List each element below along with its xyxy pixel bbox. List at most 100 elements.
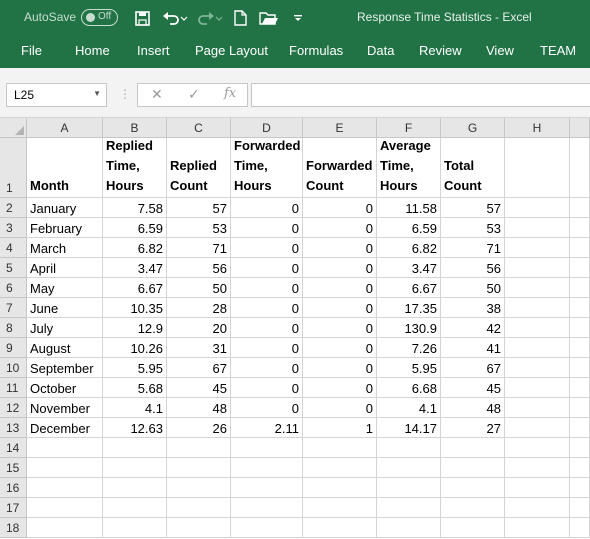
table-cell[interactable]: 0 xyxy=(303,338,377,358)
table-cell[interactable] xyxy=(570,398,590,418)
redo-icon[interactable] xyxy=(196,8,224,28)
table-cell[interactable]: 4.1 xyxy=(103,398,167,418)
table-cell[interactable]: 48 xyxy=(441,398,505,418)
table-cell[interactable]: 38 xyxy=(441,298,505,318)
table-cell[interactable]: 5.95 xyxy=(377,358,441,378)
table-cell[interactable] xyxy=(303,518,377,538)
table-cell[interactable] xyxy=(505,378,570,398)
fx-icon[interactable]: fx xyxy=(224,86,236,101)
table-cell[interactable]: 4.1 xyxy=(377,398,441,418)
header-cell[interactable]: Replied Time, Hours xyxy=(103,138,167,198)
tab-file[interactable]: File xyxy=(21,43,42,58)
tab-page-layout[interactable]: Page Layout xyxy=(195,43,268,58)
table-cell[interactable] xyxy=(505,518,570,538)
header-cell[interactable]: Forwarded Count xyxy=(303,138,377,198)
enter-icon[interactable]: ✓ xyxy=(188,86,200,103)
column-header-extra[interactable] xyxy=(570,118,590,138)
table-cell[interactable] xyxy=(27,518,103,538)
table-cell[interactable] xyxy=(103,458,167,478)
table-cell[interactable] xyxy=(103,478,167,498)
tab-home[interactable]: Home xyxy=(75,43,110,58)
table-cell[interactable] xyxy=(570,438,590,458)
tab-review[interactable]: Review xyxy=(419,43,462,58)
table-cell[interactable]: 53 xyxy=(441,218,505,238)
table-cell[interactable] xyxy=(570,458,590,478)
table-cell[interactable]: 12.63 xyxy=(103,418,167,438)
table-cell[interactable]: October xyxy=(27,378,103,398)
table-cell[interactable] xyxy=(570,498,590,518)
table-cell[interactable]: 3.47 xyxy=(377,258,441,278)
table-cell[interactable]: 7.58 xyxy=(103,198,167,218)
table-cell[interactable]: 6.59 xyxy=(103,218,167,238)
table-cell[interactable]: 0 xyxy=(231,378,303,398)
row-header-18[interactable]: 18 xyxy=(0,518,27,538)
table-cell[interactable] xyxy=(505,338,570,358)
table-cell[interactable]: 26 xyxy=(167,418,231,438)
table-cell[interactable] xyxy=(27,458,103,478)
column-header-d[interactable]: D xyxy=(231,118,303,138)
table-cell[interactable]: 0 xyxy=(231,198,303,218)
table-cell[interactable]: 6.82 xyxy=(377,238,441,258)
table-cell[interactable]: 6.68 xyxy=(377,378,441,398)
table-cell[interactable]: 14.17 xyxy=(377,418,441,438)
table-cell[interactable] xyxy=(441,498,505,518)
table-cell[interactable] xyxy=(505,478,570,498)
table-cell[interactable]: 20 xyxy=(167,318,231,338)
table-cell[interactable] xyxy=(570,518,590,538)
table-cell[interactable] xyxy=(231,438,303,458)
table-cell[interactable]: 50 xyxy=(167,278,231,298)
row-header-11[interactable]: 11 xyxy=(0,378,27,398)
table-cell[interactable] xyxy=(570,218,590,238)
table-cell[interactable] xyxy=(27,438,103,458)
column-header-g[interactable]: G xyxy=(441,118,505,138)
table-cell[interactable]: 0 xyxy=(231,318,303,338)
table-cell[interactable]: 0 xyxy=(303,238,377,258)
tab-formulas[interactable]: Formulas xyxy=(289,43,343,58)
header-cell[interactable] xyxy=(505,138,570,198)
table-cell[interactable]: November xyxy=(27,398,103,418)
table-cell[interactable] xyxy=(377,478,441,498)
table-cell[interactable]: 67 xyxy=(167,358,231,378)
table-cell[interactable]: September xyxy=(27,358,103,378)
table-cell[interactable] xyxy=(103,438,167,458)
table-cell[interactable] xyxy=(505,238,570,258)
table-cell[interactable] xyxy=(27,498,103,518)
table-cell[interactable]: 53 xyxy=(167,218,231,238)
table-cell[interactable]: 0 xyxy=(231,358,303,378)
table-cell[interactable]: 41 xyxy=(441,338,505,358)
row-header-9[interactable]: 9 xyxy=(0,338,27,358)
table-cell[interactable]: 0 xyxy=(303,358,377,378)
table-cell[interactable] xyxy=(103,498,167,518)
table-cell[interactable] xyxy=(505,298,570,318)
table-cell[interactable]: June xyxy=(27,298,103,318)
table-cell[interactable] xyxy=(167,458,231,478)
table-cell[interactable] xyxy=(505,278,570,298)
row-header-1[interactable]: 1 xyxy=(0,138,27,198)
table-cell[interactable]: August xyxy=(27,338,103,358)
table-cell[interactable]: February xyxy=(27,218,103,238)
row-header-6[interactable]: 6 xyxy=(0,278,27,298)
table-cell[interactable]: March xyxy=(27,238,103,258)
table-cell[interactable]: 0 xyxy=(303,298,377,318)
header-cell[interactable]: Forwarded Time, Hours xyxy=(231,138,303,198)
table-cell[interactable]: 130.9 xyxy=(377,318,441,338)
row-header-10[interactable]: 10 xyxy=(0,358,27,378)
table-cell[interactable]: 6.82 xyxy=(103,238,167,258)
table-cell[interactable]: 56 xyxy=(441,258,505,278)
table-cell[interactable] xyxy=(570,358,590,378)
table-cell[interactable] xyxy=(27,478,103,498)
table-cell[interactable] xyxy=(303,478,377,498)
table-cell[interactable]: 27 xyxy=(441,418,505,438)
table-cell[interactable] xyxy=(570,278,590,298)
header-cell[interactable]: Average Time, Hours xyxy=(377,138,441,198)
table-cell[interactable]: 7.26 xyxy=(377,338,441,358)
row-header-8[interactable]: 8 xyxy=(0,318,27,338)
table-cell[interactable] xyxy=(570,238,590,258)
table-cell[interactable] xyxy=(441,518,505,538)
table-cell[interactable]: 0 xyxy=(303,278,377,298)
table-cell[interactable]: 48 xyxy=(167,398,231,418)
table-cell[interactable]: 6.67 xyxy=(377,278,441,298)
table-cell[interactable]: 0 xyxy=(303,218,377,238)
name-box[interactable]: L25 ▼ xyxy=(6,83,107,107)
chevron-down-icon[interactable]: ▼ xyxy=(93,89,101,98)
